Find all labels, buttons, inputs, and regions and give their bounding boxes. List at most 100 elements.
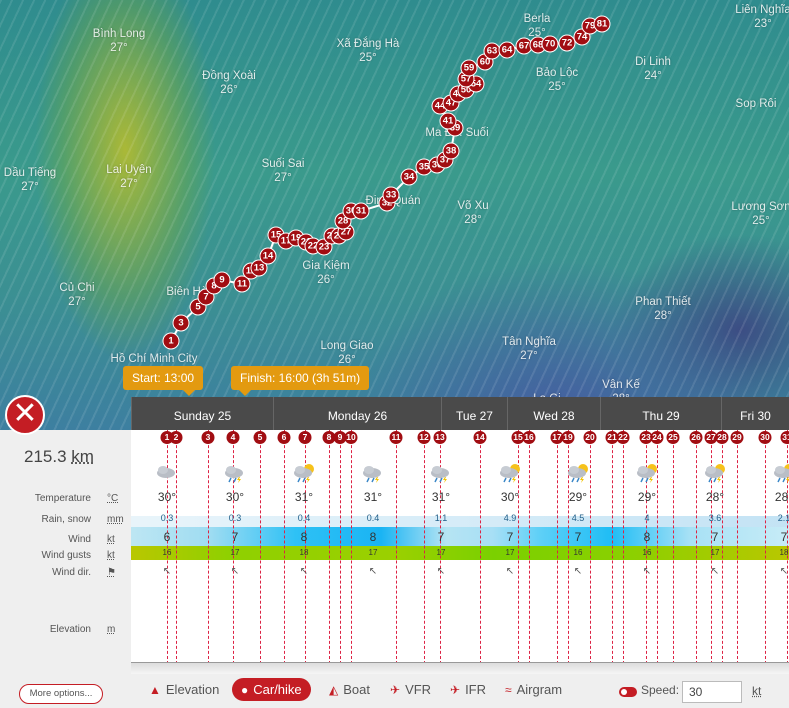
rain-value: 2.1	[777, 513, 789, 523]
wind-value: 7	[437, 530, 445, 544]
start-time-label[interactable]: Start: 13:00	[123, 366, 204, 396]
sun-cloud-rain-icon	[702, 462, 728, 483]
waypoint-marker[interactable]: 11	[389, 431, 403, 444]
speed-input[interactable]: 30	[682, 681, 742, 703]
wind-dir-flag-icon[interactable]: ⚑	[107, 567, 116, 578]
waypoint-line	[612, 430, 613, 674]
mode-airgram[interactable]: ≈ Airgram	[505, 682, 562, 697]
rain-value: 0.3	[160, 513, 174, 523]
day-header-cell[interactable]: Thu 29	[600, 397, 721, 430]
wind-value: 7	[506, 530, 514, 544]
temperature-value: 30°	[500, 490, 520, 504]
waypoint-marker[interactable]: 7	[298, 431, 312, 444]
rain-value: 4.9	[503, 513, 517, 523]
waypoint-marker[interactable]: 14	[473, 431, 487, 444]
row-label-temperature: Temperature	[34, 493, 91, 504]
wind-direction-arrow-icon: ↖	[779, 566, 789, 577]
route-waypoint[interactable]: 81	[593, 15, 611, 33]
elevation-unit[interactable]: m	[107, 624, 115, 635]
waypoint-marker[interactable]: 4	[226, 431, 240, 444]
waypoint-marker[interactable]: 16	[522, 431, 536, 444]
waypoint-marker[interactable]: 31	[780, 431, 789, 444]
route-waypoint[interactable]: 3	[172, 314, 190, 332]
sun-cloud-rain-icon	[497, 462, 523, 483]
plane-ifr-icon: ✈	[450, 683, 461, 697]
waypoint-marker[interactable]: 22	[616, 431, 630, 444]
route-waypoint[interactable]: 59	[460, 59, 478, 77]
waypoint-marker[interactable]: 19	[561, 431, 575, 444]
route-waypoint[interactable]: 38	[442, 142, 460, 160]
rain-unit[interactable]: mm	[107, 514, 124, 525]
wind-unit[interactable]: kt	[107, 534, 115, 545]
waypoint-line	[396, 430, 397, 674]
route-line	[170, 23, 603, 342]
temperature-unit[interactable]: °C	[107, 493, 118, 504]
waypoint-marker[interactable]: 6	[277, 431, 291, 444]
boat-icon: ◭	[329, 683, 339, 697]
waypoint-line	[529, 430, 530, 674]
waypoint-marker[interactable]: 3	[201, 431, 215, 444]
route-waypoint[interactable]: 34	[400, 168, 418, 186]
gusts-unit[interactable]: kt	[107, 550, 115, 561]
distance-value: 215.3	[24, 447, 67, 466]
day-header-cell[interactable]: Sunday 25	[131, 397, 273, 430]
finish-time-label[interactable]: Finish: 16:00 (3h 51m)	[231, 366, 370, 396]
day-header-cell[interactable]: Monday 26	[273, 397, 441, 430]
weather-route-planner: Bình Long 27° Đồng Xoài 26° Xã Đắng Hà 25° Ber…	[0, 0, 789, 708]
row-label-wind-dir: Wind dir.	[52, 567, 91, 578]
wind-direction-arrow-icon: ↖	[162, 566, 172, 577]
route-waypoint[interactable]: 14	[259, 247, 277, 265]
waypoint-line	[623, 430, 624, 674]
route-waypoint[interactable]: 41	[439, 112, 457, 130]
waypoint-marker[interactable]: 20	[583, 431, 597, 444]
more-options-button[interactable]: More options...	[19, 684, 103, 704]
row-wind-dir: Wind dir. ⚑	[0, 567, 131, 581]
route-waypoint[interactable]: 70	[541, 35, 559, 53]
waypoint-marker[interactable]: 25	[666, 431, 680, 444]
sun-cloud-rain-icon	[565, 462, 591, 483]
row-temperature: Temperature °C	[0, 493, 131, 507]
temperature-value: 29°	[568, 490, 588, 504]
waypoint-marker[interactable]: 12	[417, 431, 431, 444]
gust-value: 16	[642, 548, 652, 557]
wind-direction-arrow-icon: ↖	[710, 566, 720, 577]
mode-car-hike[interactable]: ● Car/hike	[232, 678, 311, 701]
mode-boat[interactable]: ◭ Boat	[329, 682, 370, 697]
rain-value: 0.4	[297, 513, 311, 523]
waypoint-marker[interactable]: 10	[344, 431, 358, 444]
day-header-cell[interactable]: Fri 30	[721, 397, 789, 430]
waypoint-line	[284, 430, 285, 674]
waypoint-marker[interactable]: 24	[650, 431, 664, 444]
mode-vfr[interactable]: ✈ VFR	[390, 682, 431, 697]
mode-ifr-label: IFR	[465, 682, 487, 697]
route-waypoint[interactable]: 1	[162, 332, 180, 350]
waypoint-marker[interactable]: 29	[730, 431, 744, 444]
waypoint-marker[interactable]: 28	[715, 431, 729, 444]
speed-toggle[interactable]	[619, 687, 637, 697]
waypoint-line	[351, 430, 352, 674]
close-button[interactable]: ✕	[5, 395, 45, 435]
wind-direction-arrow-icon: ↖	[436, 566, 446, 577]
route-waypoint[interactable]: 33	[382, 186, 400, 204]
waypoint-marker[interactable]: 13	[433, 431, 447, 444]
route-waypoint[interactable]: 9	[213, 271, 231, 289]
mode-elevation[interactable]: ▲ Elevation	[149, 682, 219, 697]
row-elevation: Elevation m	[0, 624, 131, 638]
mode-boat-label: Boat	[343, 682, 370, 697]
wind-direction-arrow-icon: ↖	[230, 566, 240, 577]
weather-map[interactable]: Bình Long 27° Đồng Xoài 26° Xã Đắng Hà 25° Ber…	[0, 0, 789, 430]
waypoint-marker[interactable]: 30	[758, 431, 772, 444]
speed-unit[interactable]: kt	[752, 684, 761, 698]
waypoint-marker[interactable]: 26	[689, 431, 703, 444]
wind-direction-arrow-icon: ↖	[642, 566, 652, 577]
day-header: Sunday 25 Monday 26 Tue 27 Wed 28 Thu 29 Fri …	[131, 397, 789, 430]
waypoint-marker[interactable]: 2	[169, 431, 183, 444]
route-waypoint[interactable]: 31	[352, 202, 370, 220]
distance-unit[interactable]: km	[71, 447, 94, 466]
cloud-rain-icon	[360, 462, 386, 483]
mode-ifr[interactable]: ✈ IFR	[450, 682, 486, 697]
route-waypoint[interactable]: 64	[498, 41, 516, 59]
day-header-cell[interactable]: Wed 28	[507, 397, 600, 430]
waypoint-marker[interactable]: 5	[253, 431, 267, 444]
day-header-cell[interactable]: Tue 27	[441, 397, 507, 430]
